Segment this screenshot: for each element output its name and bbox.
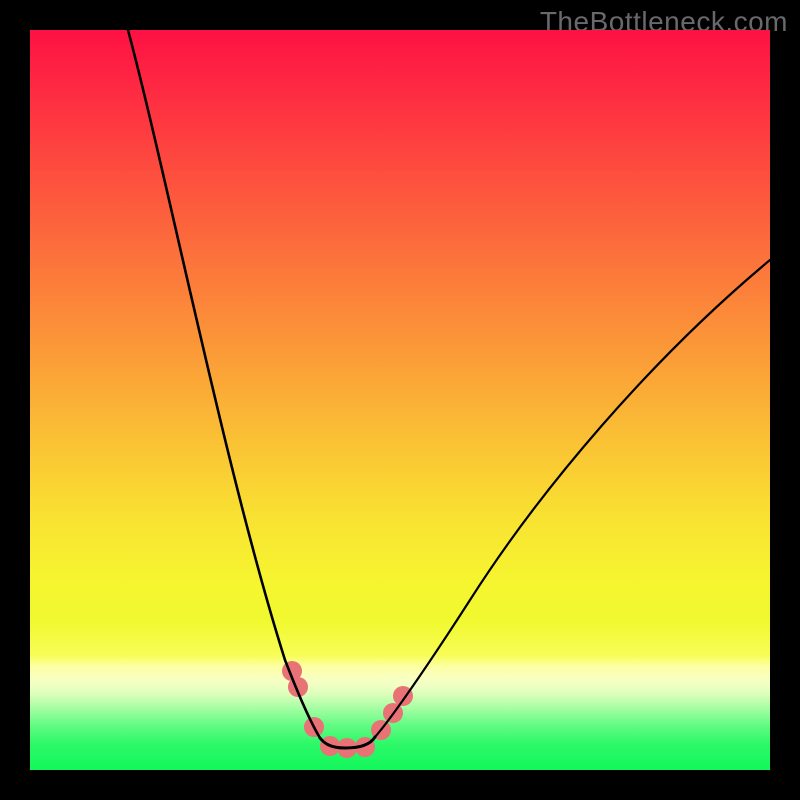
chart-frame (30, 30, 770, 770)
chart-background (30, 30, 770, 770)
chart-svg (30, 30, 770, 770)
